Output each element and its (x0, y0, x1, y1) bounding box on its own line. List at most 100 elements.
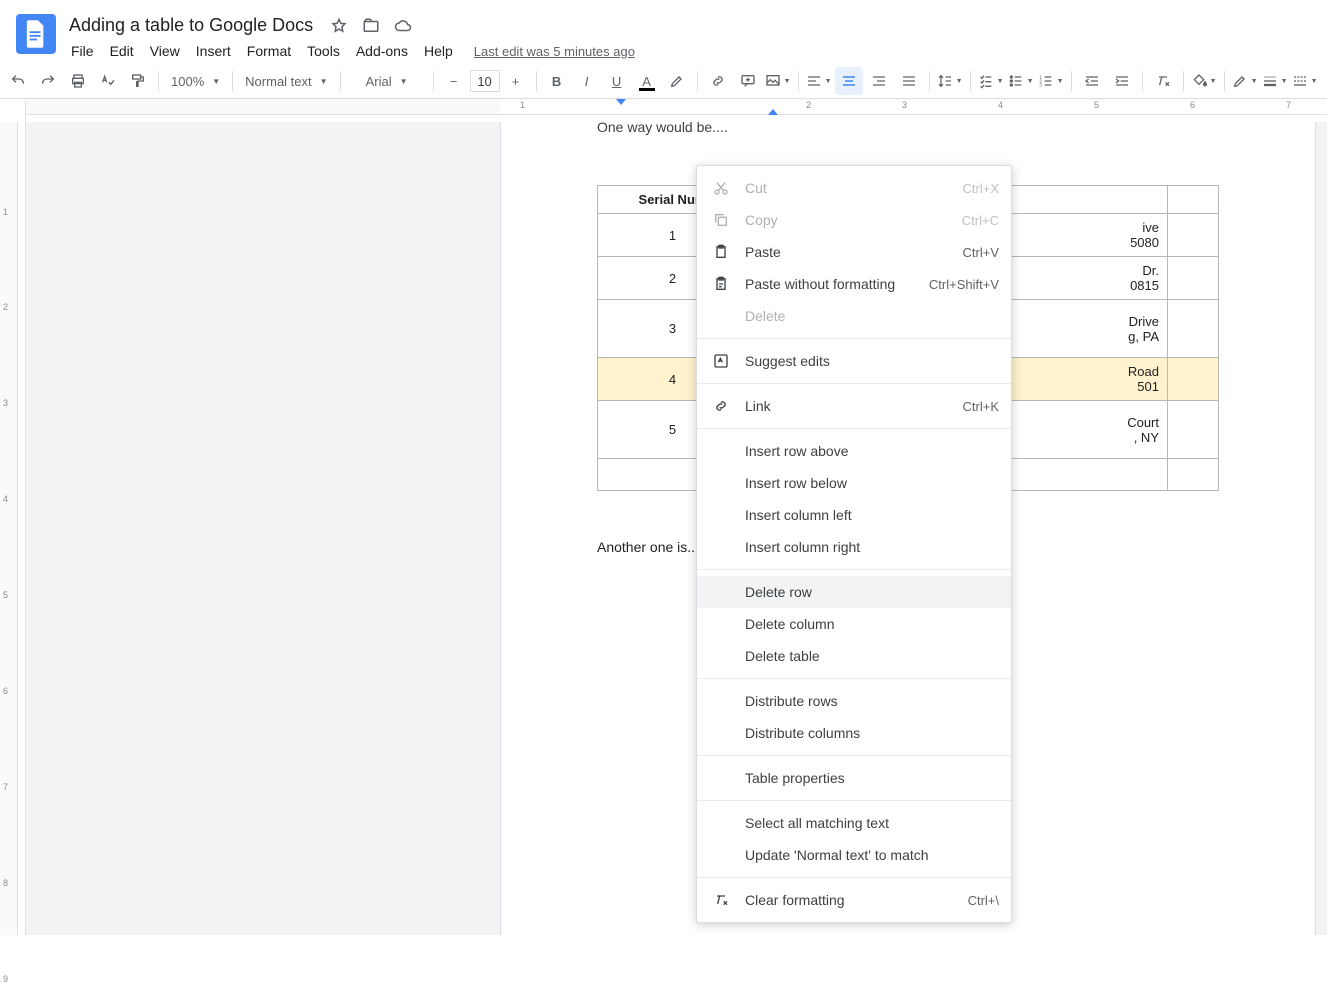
menu-item-insert-column-left[interactable]: Insert column left (697, 499, 1011, 531)
menu-label: Suggest edits (745, 353, 999, 369)
insert-link-button[interactable] (704, 67, 732, 95)
app-header: Adding a table to Google Docs File Edit … (0, 0, 1327, 63)
document-area[interactable]: One way would be.... Serial Num 1ive 508… (26, 122, 1327, 935)
menu-label: Table properties (745, 770, 999, 786)
italic-button[interactable]: I (573, 67, 601, 95)
clear-formatting-button[interactable] (1149, 67, 1177, 95)
underline-button[interactable]: U (603, 67, 631, 95)
star-icon[interactable] (330, 17, 348, 35)
highlight-button[interactable] (663, 67, 691, 95)
fill-color-button[interactable] (1190, 67, 1218, 95)
zoom-select[interactable]: 100%▼ (165, 67, 226, 95)
text-color-button[interactable]: A (633, 67, 661, 95)
menu-item-distribute-columns[interactable]: Distribute columns (697, 717, 1011, 749)
increase-indent-button[interactable] (1108, 67, 1136, 95)
menu-format[interactable]: Format (240, 39, 298, 63)
menu-item-suggest-edits[interactable]: Suggest edits (697, 345, 1011, 377)
cloud-icon[interactable] (394, 17, 412, 35)
bulleted-list-button[interactable] (1007, 67, 1035, 95)
menu-view[interactable]: View (143, 39, 187, 63)
menu-label: Distribute columns (745, 725, 999, 741)
menu-label: Delete table (745, 648, 999, 664)
bold-button[interactable]: B (543, 67, 571, 95)
cell[interactable] (1168, 401, 1219, 459)
border-dash-button[interactable] (1291, 67, 1319, 95)
cut-icon (711, 180, 731, 196)
menu-item-insert-column-right[interactable]: Insert column right (697, 531, 1011, 563)
print-button[interactable] (64, 67, 92, 95)
menu-addons[interactable]: Add-ons (349, 39, 415, 63)
docs-logo[interactable] (16, 14, 56, 54)
menu-item-update-normal-text-to-match[interactable]: Update 'Normal text' to match (697, 839, 1011, 871)
align-justify-button[interactable] (895, 67, 923, 95)
menu-edit[interactable]: Edit (103, 39, 141, 63)
redo-button[interactable] (34, 67, 62, 95)
menu-item-delete-table[interactable]: Delete table (697, 640, 1011, 672)
font-size-decrease[interactable]: − (440, 67, 468, 95)
decrease-indent-button[interactable] (1078, 67, 1106, 95)
insert-comment-button[interactable] (734, 67, 762, 95)
cell[interactable] (1168, 358, 1219, 401)
align-left-button[interactable] (805, 67, 833, 95)
suggest-icon (711, 353, 731, 369)
menu-item-delete-row[interactable]: Delete row (697, 576, 1011, 608)
border-color-button[interactable] (1231, 67, 1259, 95)
menu-bar: File Edit View Insert Format Tools Add-o… (64, 39, 635, 63)
undo-button[interactable] (4, 67, 32, 95)
paint-format-button[interactable] (124, 67, 152, 95)
toolbar: 100%▼ Normal text▼ Arial▼ − + B I U A 12… (0, 63, 1327, 99)
context-menu: CutCtrl+XCopyCtrl+CPasteCtrl+VPaste with… (696, 165, 1012, 923)
menu-item-paste[interactable]: PasteCtrl+V (697, 236, 1011, 268)
menu-help[interactable]: Help (417, 39, 460, 63)
menu-label: Clear formatting (745, 892, 968, 908)
menu-insert[interactable]: Insert (189, 39, 238, 63)
menu-item-delete: Delete (697, 300, 1011, 332)
menu-item-distribute-rows[interactable]: Distribute rows (697, 685, 1011, 717)
menu-tools[interactable]: Tools (300, 39, 347, 63)
th-3[interactable] (1168, 186, 1219, 214)
menu-item-select-all-matching-text[interactable]: Select all matching text (697, 807, 1011, 839)
cell[interactable] (1168, 214, 1219, 257)
menu-shortcut: Ctrl+V (963, 245, 999, 260)
menu-label: Insert column right (745, 539, 999, 555)
menu-item-delete-column[interactable]: Delete column (697, 608, 1011, 640)
insert-image-button[interactable] (764, 67, 792, 95)
spellcheck-button[interactable] (94, 67, 122, 95)
last-edit-link[interactable]: Last edit was 5 minutes ago (474, 44, 635, 59)
menu-item-copy: CopyCtrl+C (697, 204, 1011, 236)
menu-label: Insert row below (745, 475, 999, 491)
menu-item-table-properties[interactable]: Table properties (697, 762, 1011, 794)
menu-label: Insert column left (745, 507, 999, 523)
menu-item-link[interactable]: LinkCtrl+K (697, 390, 1011, 422)
body-text-1[interactable]: One way would be.... (597, 122, 1219, 135)
menu-shortcut: Ctrl+Shift+V (929, 277, 999, 292)
border-width-button[interactable] (1261, 67, 1289, 95)
cell[interactable] (1168, 257, 1219, 300)
align-right-button[interactable] (865, 67, 893, 95)
line-spacing-button[interactable] (936, 67, 964, 95)
checklist-button[interactable] (977, 67, 1005, 95)
cell[interactable] (1168, 459, 1219, 491)
style-select[interactable]: Normal text▼ (239, 67, 333, 95)
menu-item-insert-row-above[interactable]: Insert row above (697, 435, 1011, 467)
menu-item-clear-formatting[interactable]: Clear formattingCtrl+\ (697, 884, 1011, 916)
menu-label: Cut (745, 180, 963, 196)
numbered-list-button[interactable]: 123 (1037, 67, 1065, 95)
doc-title[interactable]: Adding a table to Google Docs (64, 12, 318, 39)
font-select[interactable]: Arial▼ (347, 67, 427, 95)
move-icon[interactable] (362, 17, 380, 35)
menu-shortcut: Ctrl+K (963, 399, 999, 414)
menu-item-paste-without-formatting[interactable]: Paste without formattingCtrl+Shift+V (697, 268, 1011, 300)
menu-label: Delete column (745, 616, 999, 632)
menu-label: Distribute rows (745, 693, 999, 709)
menu-file[interactable]: File (64, 39, 101, 63)
menu-label: Delete row (745, 584, 999, 600)
horizontal-ruler: 1 2 3 4 5 6 7 (26, 99, 1327, 115)
align-center-button[interactable] (835, 67, 863, 95)
menu-label: Delete (745, 308, 999, 324)
font-size-input[interactable] (470, 70, 500, 92)
menu-item-insert-row-below[interactable]: Insert row below (697, 467, 1011, 499)
font-size-increase[interactable]: + (502, 67, 530, 95)
cell[interactable] (1168, 300, 1219, 358)
clear-format-icon (711, 892, 731, 908)
